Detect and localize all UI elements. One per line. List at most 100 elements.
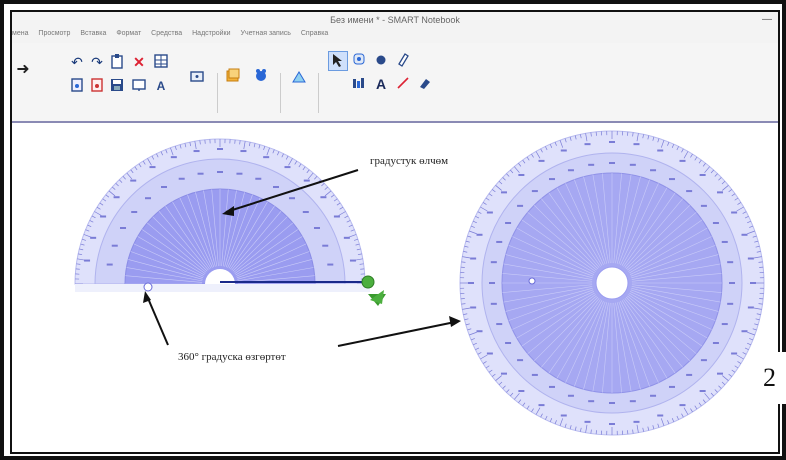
full-label-mark bbox=[633, 420, 640, 423]
half-label-mark bbox=[217, 148, 223, 150]
full-label-mark bbox=[721, 240, 728, 243]
full-label-mark bbox=[669, 178, 675, 181]
annotation-label-360: 360° градуска өзгөртөт bbox=[178, 351, 286, 363]
half-label-mark bbox=[111, 244, 118, 247]
full-label-mark bbox=[721, 323, 728, 326]
screenshot-frame: Без имени * - SMART Notebook — мена Прос… bbox=[0, 0, 786, 460]
full-label-mark bbox=[470, 257, 477, 260]
half-label-mark bbox=[197, 172, 204, 175]
full-label-mark bbox=[496, 240, 503, 243]
full-label-mark bbox=[741, 233, 748, 236]
half-label-mark bbox=[145, 197, 152, 200]
half-label-mark bbox=[236, 172, 243, 175]
half-label-mark bbox=[303, 179, 310, 182]
full-label-mark bbox=[560, 149, 567, 152]
full-label-mark bbox=[609, 402, 615, 404]
full-label-mark bbox=[468, 282, 474, 284]
full-label-mark bbox=[538, 159, 545, 162]
full-label-mark bbox=[679, 404, 686, 407]
half-label-mark bbox=[322, 244, 329, 247]
full-label-mark bbox=[609, 423, 615, 425]
full-label-mark bbox=[549, 178, 555, 181]
full-label-mark bbox=[518, 390, 525, 393]
full-label-mark bbox=[496, 323, 503, 326]
full-label-mark bbox=[700, 359, 707, 362]
full-label-mark bbox=[531, 190, 538, 193]
half-label-mark bbox=[288, 197, 295, 200]
half-label-mark bbox=[90, 236, 97, 239]
half-label-mark bbox=[333, 215, 340, 218]
full-label-mark bbox=[741, 330, 748, 333]
full-label-mark bbox=[609, 162, 615, 164]
full-label-mark bbox=[717, 191, 724, 194]
full-label-mark bbox=[567, 169, 574, 172]
full-label-mark bbox=[486, 211, 493, 214]
half-label-mark bbox=[327, 263, 334, 266]
half-label-mark bbox=[313, 227, 320, 229]
full-label-mark bbox=[633, 143, 640, 146]
full-label-mark bbox=[629, 163, 636, 166]
full-label-mark bbox=[657, 414, 664, 417]
full-label-mark bbox=[699, 173, 706, 176]
full-label-mark bbox=[476, 330, 483, 333]
full-label-mark bbox=[669, 385, 675, 388]
full-label-mark bbox=[717, 372, 724, 375]
full-label-mark bbox=[747, 257, 754, 260]
half-label-mark bbox=[100, 215, 107, 218]
full-label-mark bbox=[750, 282, 756, 284]
full-label-mark bbox=[531, 373, 538, 376]
full-label-mark bbox=[712, 342, 719, 344]
half-label-mark bbox=[106, 263, 113, 266]
half-label-mark bbox=[240, 150, 247, 153]
full-label-mark bbox=[486, 352, 493, 355]
half-label-mark bbox=[120, 227, 127, 229]
half-label-mark bbox=[343, 236, 350, 239]
half-label-mark bbox=[84, 259, 91, 262]
full-label-mark bbox=[588, 400, 595, 403]
full-label-mark bbox=[500, 372, 507, 375]
full-label-mark bbox=[560, 414, 567, 417]
full-label-mark bbox=[699, 390, 706, 393]
full-label-mark bbox=[567, 394, 574, 397]
protractor-drawing bbox=[74, 130, 765, 436]
full-label-mark bbox=[729, 282, 735, 284]
full-label-mark bbox=[538, 404, 545, 407]
full-label-mark bbox=[518, 173, 525, 176]
half-label-mark bbox=[113, 196, 120, 199]
full-label-mark bbox=[686, 373, 693, 376]
full-label-mark bbox=[549, 385, 555, 388]
half-label-mark bbox=[193, 150, 200, 153]
half-label-mark bbox=[284, 166, 291, 169]
full-label-mark bbox=[490, 261, 497, 264]
half-protractor[interactable] bbox=[74, 138, 370, 292]
full-label-mark bbox=[712, 222, 719, 224]
full-label-mark bbox=[731, 211, 738, 214]
full-label-mark bbox=[679, 159, 686, 162]
half-label-mark bbox=[217, 171, 223, 173]
half-label-mark bbox=[263, 156, 270, 159]
full-label-mark bbox=[629, 400, 636, 403]
full-label-mark bbox=[609, 141, 615, 143]
full-label-mark bbox=[476, 233, 483, 236]
full-label-mark bbox=[686, 190, 693, 193]
full-label-mark bbox=[747, 306, 754, 309]
half-label-mark bbox=[131, 211, 138, 214]
full-label-mark bbox=[727, 261, 734, 264]
half-label-mark bbox=[320, 196, 327, 199]
full-label-mark bbox=[727, 302, 734, 305]
half-label-mark bbox=[130, 179, 137, 182]
full-label-mark bbox=[500, 191, 507, 194]
half-label-mark bbox=[178, 177, 185, 180]
half-label-mark bbox=[273, 186, 279, 189]
annotation-label-degree: градустук өлчөм bbox=[370, 155, 449, 167]
half-label-mark bbox=[255, 177, 262, 180]
full-label-mark bbox=[505, 342, 512, 344]
half-label-mark bbox=[149, 166, 156, 169]
full-label-mark bbox=[517, 359, 524, 362]
full-label-mark bbox=[470, 306, 477, 309]
full-label-mark bbox=[650, 394, 657, 397]
full-protractor[interactable] bbox=[459, 130, 765, 436]
half-label-mark bbox=[349, 259, 356, 262]
half-label-mark bbox=[161, 186, 167, 189]
half-label-mark bbox=[302, 211, 309, 214]
